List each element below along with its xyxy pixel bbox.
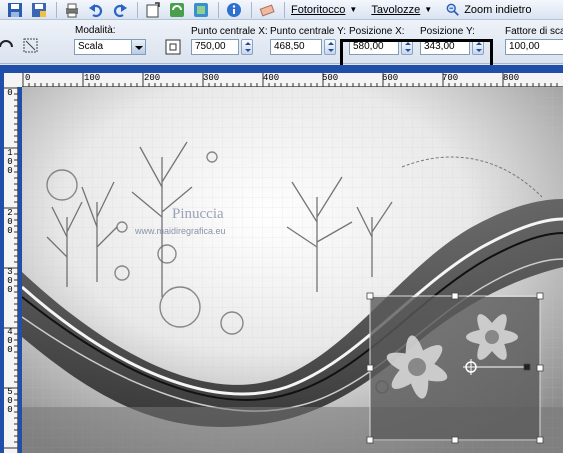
- ruler-top-ticks: [22, 73, 558, 87]
- menu-fotoritocco-label: Fotoritocco: [291, 3, 346, 16]
- watermark-url: www.maidiregrafica.eu: [134, 226, 226, 236]
- zoom-icon: [446, 3, 460, 16]
- undo-icon[interactable]: [87, 2, 105, 18]
- mode-select-value: Scala: [78, 41, 104, 52]
- scale-factor-label: Fattore di scal: [505, 26, 563, 37]
- ruler-left: 0 100 200 300 400 500: [4, 87, 18, 453]
- main-toolbar: Fotoritocco ▼ Tavolozze ▼ Zoom indietro: [0, 0, 563, 20]
- reset-tool-icon[interactable]: [22, 37, 40, 55]
- copy-icon[interactable]: [192, 2, 210, 18]
- ruler-corner: [4, 73, 22, 87]
- menu-fotoritocco[interactable]: Fotoritocco ▼: [291, 4, 357, 16]
- info-icon[interactable]: [225, 2, 243, 18]
- center-y-value: 468,50: [274, 41, 305, 52]
- mode-select-arrow[interactable]: [131, 39, 146, 55]
- toolbar-separator: [218, 1, 219, 18]
- center-x-value: 750,00: [195, 41, 226, 52]
- toolbar-separator: [251, 1, 252, 18]
- center-y-spinner[interactable]: [324, 39, 336, 55]
- ruler-top-label: 200: [144, 73, 161, 83]
- ruler-left-label: 100: [7, 148, 13, 176]
- ruler-top-label: 800: [503, 73, 520, 83]
- redo-icon[interactable]: [111, 2, 129, 18]
- watermark-title: Pinuccia: [172, 206, 224, 222]
- ruler-top-label: 600: [382, 73, 399, 83]
- ruler-top-label: 400: [263, 73, 280, 83]
- ruler-left-label: 500: [7, 387, 13, 415]
- scale-factor-input[interactable]: 100,00: [505, 39, 563, 55]
- workspace: 0 100 200 300 400 500 600 700 800 0 100 …: [0, 65, 563, 453]
- menu-tavolozze-label: Tavolozze: [371, 3, 421, 16]
- app-window: Fotoritocco ▼ Tavolozze ▼ Zoom indietro …: [0, 0, 563, 453]
- chevron-down-icon: ▼: [424, 5, 433, 14]
- ruler-top: 0 100 200 300 400 500 600 700 800: [22, 73, 563, 87]
- print-icon[interactable]: [63, 2, 81, 18]
- save-as-icon[interactable]: [30, 2, 48, 18]
- center-y-input[interactable]: 468,50: [270, 39, 322, 55]
- mode-label: Modalità:: [75, 25, 116, 36]
- chevron-down-icon: ▼: [349, 5, 358, 14]
- zoom-out-label: Zoom indietro: [464, 3, 532, 16]
- save-icon[interactable]: [6, 2, 24, 18]
- center-x-label: Punto centrale X:: [191, 26, 268, 37]
- scale-factor-value: 100,00: [509, 41, 540, 52]
- zoom-out-button[interactable]: Zoom indietro: [446, 3, 531, 17]
- center-y-label: Punto centrale Y:: [270, 26, 346, 37]
- ruler-top-label: 700: [442, 73, 459, 83]
- ruler-left-label: 0: [7, 88, 13, 98]
- refresh-icon[interactable]: [168, 2, 186, 18]
- toolbar-separator: [137, 1, 138, 18]
- tool-options-icon[interactable]: [0, 38, 16, 56]
- center-x-spinner[interactable]: [241, 39, 253, 55]
- flower-layer[interactable]: [370, 297, 540, 441]
- center-x-input[interactable]: 750,00: [191, 39, 239, 55]
- ruler-left-label: 300: [7, 267, 13, 295]
- tool-options-bar: Modalità: Scala Punto centrale X: 750,00…: [0, 20, 563, 84]
- ruler-left-label: 400: [7, 327, 13, 355]
- position-x-label: Posizione X:: [349, 26, 405, 37]
- ruler-left-label: 200: [7, 208, 13, 236]
- menu-tavolozze[interactable]: Tavolozze ▼: [371, 4, 432, 16]
- toolbar-separator: [284, 1, 285, 18]
- ruler-top-label: 300: [203, 73, 220, 83]
- ruler-top-label: 0: [25, 73, 31, 83]
- ruler-top-label: 100: [84, 73, 101, 83]
- ruler-top-label: 500: [322, 73, 339, 83]
- position-y-label: Posizione Y:: [420, 26, 475, 37]
- center-point-icon[interactable]: [164, 38, 182, 56]
- eraser-icon[interactable]: [258, 2, 276, 18]
- new-image-icon[interactable]: [144, 1, 162, 18]
- toolbar-separator: [56, 1, 57, 18]
- artwork: Pinuccia www.maidiregrafica.eu: [22, 87, 563, 453]
- image-canvas[interactable]: Pinuccia www.maidiregrafica.eu: [22, 87, 563, 453]
